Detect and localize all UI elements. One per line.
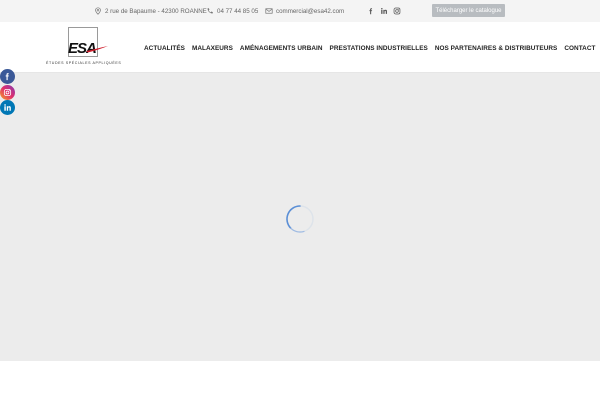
phone-info[interactable]: 04 77 44 85 05 bbox=[206, 6, 258, 16]
nav-item-amenagements-urbain[interactable]: AMÉNAGEMENTS URBAIN bbox=[240, 45, 323, 52]
envelope-icon bbox=[265, 8, 273, 14]
facebook-icon bbox=[5, 73, 9, 81]
instagram-icon bbox=[393, 7, 401, 15]
address-info: 2 rue de Bapaume - 42300 ROANNE bbox=[94, 6, 207, 16]
side-facebook-button[interactable] bbox=[0, 69, 15, 84]
linkedin-link[interactable] bbox=[378, 5, 390, 17]
nav-item-malaxeurs[interactable]: MALAXEURS bbox=[192, 45, 233, 52]
logo-swoosh-icon bbox=[86, 46, 108, 53]
address-text: 2 rue de Bapaume - 42300 ROANNE bbox=[105, 7, 207, 15]
nav-item-actualites[interactable]: ACTUALITÉS bbox=[144, 45, 185, 52]
side-instagram-button[interactable] bbox=[0, 84, 15, 100]
email-text: commercial@esa42.com bbox=[276, 7, 345, 15]
main-content-area bbox=[0, 73, 600, 361]
facebook-link[interactable] bbox=[365, 5, 377, 17]
linkedin-icon bbox=[381, 8, 387, 14]
loading-spinner-icon bbox=[286, 205, 314, 233]
main-nav: ACTUALITÉS MALAXEURS AMÉNAGEMENTS URBAIN… bbox=[144, 42, 595, 54]
phone-text: 04 77 44 85 05 bbox=[217, 7, 259, 15]
site-header: ESA ÉTUDES SPÉCIALES APPLIQUÉES ACTUALIT… bbox=[0, 22, 600, 73]
linkedin-icon bbox=[4, 104, 11, 111]
nav-item-prestations-industrielles[interactable]: PRESTATIONS INDUSTRIELLES bbox=[330, 45, 428, 52]
side-linkedin-button[interactable] bbox=[0, 100, 15, 115]
page: 2 rue de Bapaume - 42300 ROANNE 04 77 44… bbox=[0, 0, 600, 400]
download-catalog-button[interactable]: Télécharger le catalogue bbox=[432, 4, 505, 17]
nav-item-contact[interactable]: CONTACT bbox=[564, 45, 595, 52]
facebook-icon bbox=[369, 8, 373, 15]
instagram-icon bbox=[3, 88, 12, 96]
nav-item-partenaires-distributeurs[interactable]: NOS PARTENAIRES & DISTRIBUTEURS bbox=[435, 45, 558, 52]
site-logo[interactable]: ESA ÉTUDES SPÉCIALES APPLIQUÉES bbox=[46, 27, 122, 69]
floating-social-bar bbox=[0, 69, 15, 116]
instagram-link[interactable] bbox=[391, 5, 403, 17]
email-info[interactable]: commercial@esa42.com bbox=[265, 6, 344, 16]
top-bar: 2 rue de Bapaume - 42300 ROANNE 04 77 44… bbox=[0, 0, 600, 22]
location-pin-icon bbox=[95, 7, 101, 15]
logo-tagline: ÉTUDES SPÉCIALES APPLIQUÉES bbox=[46, 61, 122, 65]
phone-icon bbox=[207, 8, 213, 14]
footer-strip bbox=[0, 361, 600, 400]
